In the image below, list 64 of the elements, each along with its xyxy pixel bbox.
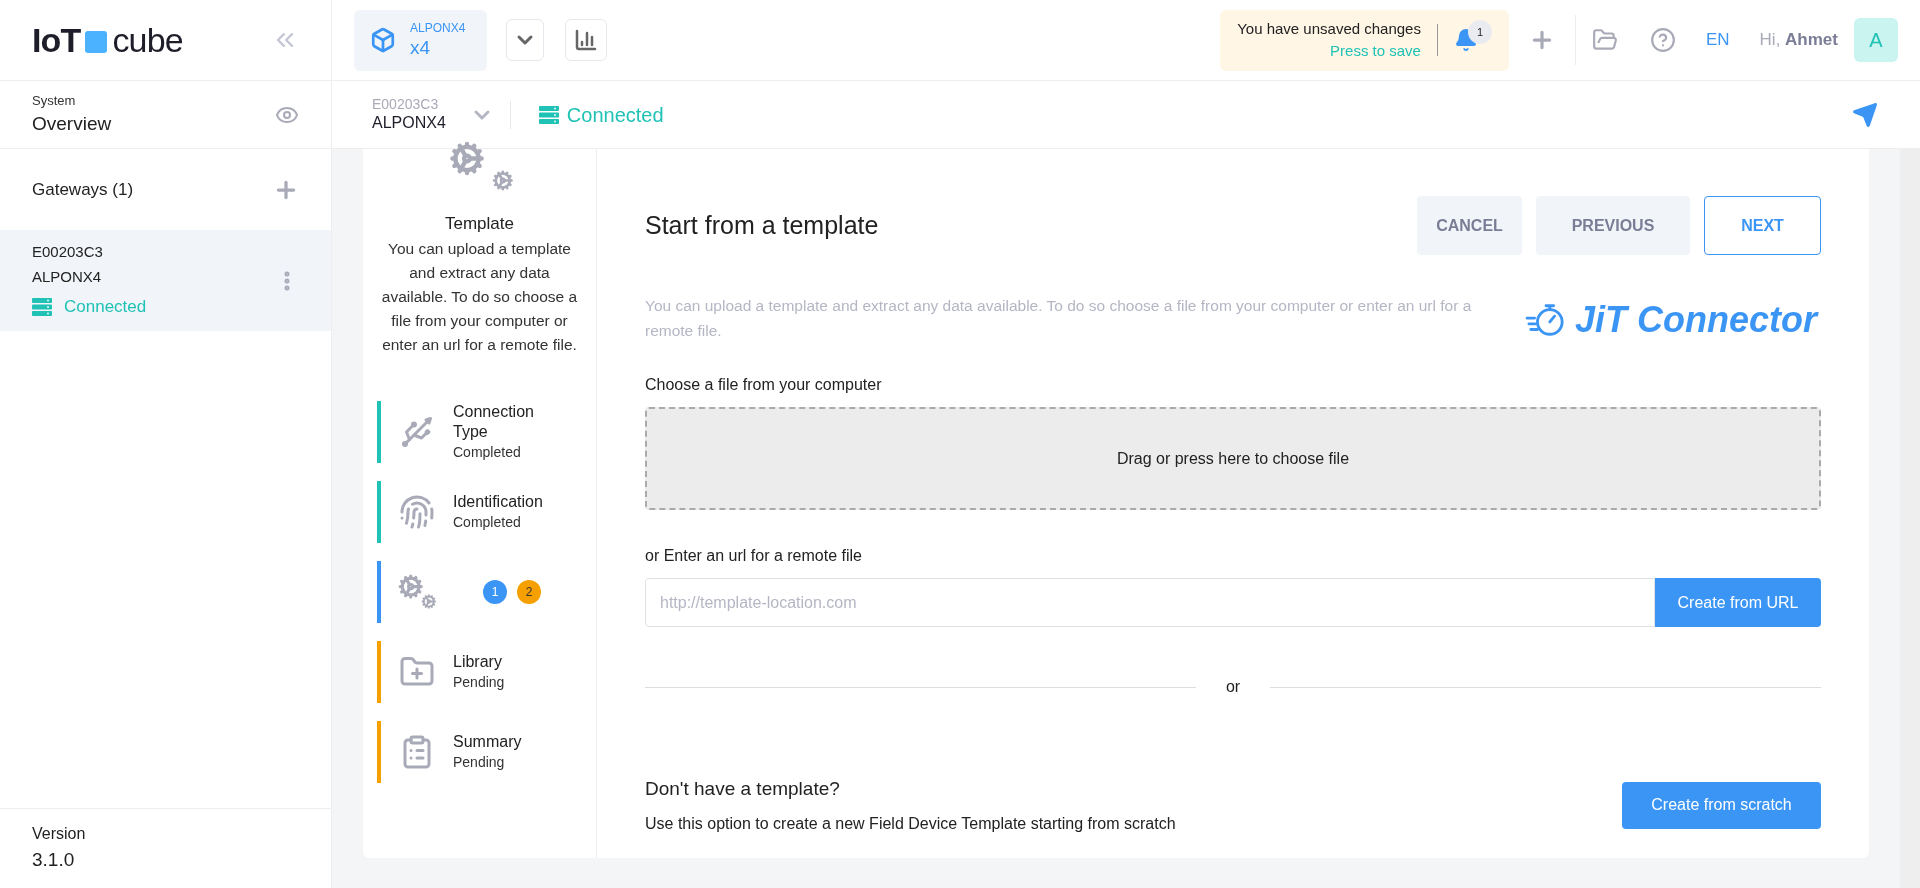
server-icon [32, 298, 52, 316]
version-value: 3.1.0 [32, 848, 76, 873]
create-from-url-button[interactable]: Create from URL [1655, 578, 1821, 627]
step-badge: 1 [483, 579, 507, 604]
cube-icon [370, 27, 396, 53]
jit-connector-logo: JiT Connector [1525, 293, 1817, 347]
gateway-name: ALPONX4 [32, 266, 103, 287]
overview-label: System [32, 91, 77, 110]
wizard-step[interactable]: Library Pending [377, 640, 582, 703]
unsaved-message: You have unsaved changes [1237, 18, 1421, 39]
gears-icon [396, 573, 438, 610]
connection-status: Connected [566, 102, 664, 128]
step-status: Pending [453, 753, 506, 772]
url-label: or Enter an url for a remote file [645, 546, 863, 566]
intro-title: Template [445, 213, 514, 235]
chart-icon [574, 28, 598, 52]
wizard-step[interactable]: Identification Completed [377, 480, 582, 543]
step-title: Library [453, 651, 503, 672]
greeting: Hi, Ahmet [1759, 29, 1838, 52]
step-title: Summary [453, 731, 523, 752]
wizard-step[interactable]: Connection Type Completed [377, 400, 582, 463]
fingerprint-icon [399, 493, 435, 530]
create-from-scratch-button[interactable]: Create from scratch [1622, 781, 1821, 829]
gateway-id: E00203C3 [32, 242, 104, 263]
gateways-title: Gateways (1) [32, 178, 134, 201]
step-status: Completed [453, 443, 522, 462]
wizard-step[interactable]: Summary Pending [377, 720, 582, 783]
gateway-name: ALPONX4 [372, 113, 446, 134]
page-title: Start from a template [645, 209, 879, 241]
step-status: Completed [453, 513, 522, 532]
file-label: Choose a file from your computer [645, 375, 883, 395]
folder-icon[interactable] [1591, 27, 1618, 53]
stopwatch-icon [1525, 301, 1567, 339]
intro-text: You can upload a template and extract any data available. To do so choose a file from your computer or enter an url for a remote file. [380, 238, 579, 355]
scratch-title: Don't have a template? [645, 777, 841, 801]
scratch-text: Use this option to create a new Field Device Template starting from scratch [645, 813, 1176, 834]
gateway-status: Connected [64, 296, 147, 319]
template-description: You can upload a template and extract any data available. To do so choose a file from your computer or enter an url for a remote file. [645, 296, 1473, 341]
divider-label: or [1225, 677, 1241, 697]
help-icon[interactable] [1649, 27, 1676, 53]
notification-badge: 1 [1467, 20, 1492, 44]
wizard-step[interactable]: 1 2 [377, 560, 582, 623]
server-icon [538, 105, 559, 124]
device-count: x4 [410, 35, 432, 60]
logo[interactable]: IoT cube [32, 14, 183, 66]
overview-title[interactable]: Overview [32, 110, 112, 139]
url-input[interactable]: http://template-location.com [645, 578, 1655, 627]
device-name: ALPONX4 [410, 20, 466, 36]
step-badge: 2 [517, 579, 541, 604]
chart-button[interactable] [565, 19, 607, 61]
send-icon[interactable] [1852, 101, 1878, 128]
dropdown-button[interactable] [506, 19, 544, 61]
step-status: Pending [453, 673, 506, 692]
gateway-id: E00203C3 [372, 95, 440, 114]
unsaved-banner[interactable]: You have unsaved changes Press to save 1 [1220, 9, 1509, 71]
gateway-item[interactable]: E00203C3 ALPONX4 Connected [0, 230, 331, 331]
step-title: Connection Type [453, 401, 535, 442]
version-label: Version [32, 824, 87, 845]
wizard-button[interactable]: NEXT [1704, 196, 1821, 255]
step-title: Identification [453, 491, 544, 512]
wizard-button[interactable]: CANCEL [1417, 196, 1522, 255]
wizard-button[interactable]: PREVIOUS [1536, 196, 1690, 255]
file-dropzone[interactable]: Drag or press here to choose file [645, 407, 1821, 510]
language-selector[interactable]: EN [1705, 27, 1730, 53]
